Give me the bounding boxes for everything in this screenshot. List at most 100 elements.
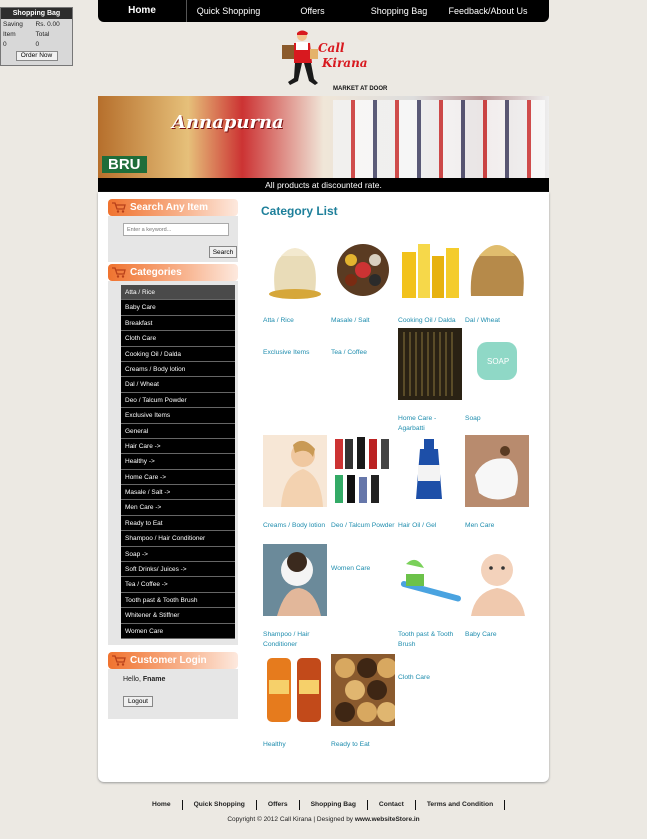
category-tile[interactable]: Dal / Wheat [465,230,529,326]
category-tile-label[interactable]: Ready to Eat [331,740,395,750]
category-item[interactable]: Hair Care -> [121,438,235,455]
oil-bottles-icon[interactable] [398,230,462,302]
biscuits-icon[interactable] [331,654,395,726]
cart-icon [112,267,126,278]
category-tile[interactable]: Baby Care [465,544,529,640]
search-button[interactable]: Search [209,246,237,258]
category-tile[interactable]: Shampoo / Hair Conditioner [263,544,327,650]
baby-icon[interactable] [465,544,529,616]
category-item[interactable]: Cloth Care [121,331,235,347]
toothbrush-icon[interactable] [398,544,462,616]
hair-oil-bottle-icon[interactable] [398,435,462,507]
wheat-sack-icon[interactable] [465,230,529,302]
category-tile-label[interactable]: Women Care [331,564,395,574]
category-item[interactable]: Dal / Wheat [121,377,235,393]
logout-button[interactable]: Logout [123,695,153,707]
spice-tray-icon[interactable] [331,230,395,302]
hair-wash-icon[interactable] [263,544,327,616]
category-tile-label[interactable]: Tea / Coffee [331,348,395,358]
category-item[interactable]: General [121,423,235,439]
category-tile-label[interactable]: Creams / Body lotion [263,521,327,531]
nav-shopping-bag[interactable]: Shopping Bag [355,0,443,22]
category-item[interactable]: Women Care [121,623,235,639]
footer-quick-shopping-link[interactable]: Quick Shopping [183,800,257,810]
category-item[interactable]: Soap -> [121,546,235,563]
category-tile-label[interactable]: Baby Care [465,630,529,640]
category-item[interactable]: Whitener & Stiffner [121,608,235,624]
woman-lotion-icon[interactable] [263,435,327,507]
footer-offers-link[interactable]: Offers [257,800,300,810]
category-tile-label[interactable]: Cooking Oil / Dalda [398,316,462,326]
category-tile[interactable]: Exclusive Items [263,348,327,358]
category-item[interactable]: Tea / Coffee -> [121,577,235,593]
category-tile-label[interactable]: Masale / Salt [331,316,395,326]
site-logo[interactable]: Call Kirana MARKET AT DOOR [278,27,388,95]
footer-terms-link[interactable]: Terms and Condition [416,800,506,810]
nav-offers[interactable]: Offers [270,0,355,22]
incense-sticks-icon[interactable] [398,328,462,400]
category-tile[interactable]: Masale / Salt [331,230,395,326]
grain-sack-icon[interactable] [263,230,327,302]
category-tile[interactable]: Tooth past & Tooth Brush [398,544,462,650]
footer-shopping-bag-link[interactable]: Shopping Bag [300,800,368,810]
category-tile[interactable]: Healthy [263,654,327,750]
category-tile[interactable]: Women Care [331,564,395,574]
category-item[interactable]: Soft Drinks/ Juices -> [121,562,235,578]
category-item[interactable]: Masale / Salt -> [121,485,235,501]
category-tile-label[interactable]: Deo / Talcum Powder [331,521,395,531]
saving-label: Saving [3,20,23,28]
category-tile[interactable]: Atta / Rice [263,230,327,326]
category-tile-label[interactable]: Home Care - Agarbatti [398,414,462,434]
category-item[interactable]: Baby Care [121,300,235,316]
category-tile[interactable]: Hair Oil / Gel [398,435,462,531]
footer-contact-link[interactable]: Contact [368,800,416,810]
category-tile[interactable]: Home Care - Agarbatti [398,328,462,434]
health-drink-icon[interactable] [263,654,327,726]
category-item[interactable]: Ready to Eat [121,515,235,532]
category-item[interactable]: Shampoo / Hair Conditioner [121,531,235,547]
category-item[interactable]: Atta / Rice [121,285,235,301]
category-item[interactable]: Exclusive Items [121,408,235,424]
category-tile[interactable]: Creams / Body lotion [263,435,327,531]
category-tile[interactable]: Deo / Talcum Powder [331,435,395,531]
nav-quick-shopping[interactable]: Quick Shopping [187,0,270,22]
category-item[interactable]: Breakfast [121,315,235,332]
shaving-man-icon[interactable] [465,435,529,507]
order-now-button[interactable]: Order Now [15,51,58,61]
category-tile-label[interactable]: Hair Oil / Gel [398,521,462,531]
logo-call-text: Call [318,41,345,55]
category-tile-label[interactable]: Atta / Rice [263,316,327,326]
category-tile-label[interactable]: Exclusive Items [263,348,327,358]
category-tile[interactable]: SOAP Soap [465,328,529,424]
category-tile[interactable]: Tea / Coffee [331,348,395,358]
footer-home-link[interactable]: Home [146,800,183,810]
category-item[interactable]: Creams / Body lotion [121,361,235,378]
deo-cans-icon[interactable] [331,435,395,507]
search-input[interactable] [123,223,229,236]
category-tile-label[interactable]: Dal / Wheat [465,316,529,326]
nav-home[interactable]: Home [98,0,187,22]
banner-brand-text: Annapurna [172,112,284,133]
category-item[interactable]: Tooth past & Tooth Brush [121,592,235,609]
category-item[interactable]: Men Care -> [121,500,235,516]
banner-bru-text: BRU [102,156,147,173]
category-item[interactable]: Home Care -> [121,469,235,486]
category-tile-label[interactable]: Men Care [465,521,529,531]
category-tile[interactable]: Cooking Oil / Dalda [398,230,462,326]
soap-bar-icon[interactable]: SOAP [465,328,529,400]
nav-feedback-about[interactable]: Feedback/About Us [443,0,533,22]
category-item[interactable]: Cooking Oil / Dalda [121,346,235,362]
category-tile-label[interactable]: Soap [465,414,529,424]
category-tile-label[interactable]: Healthy [263,740,327,750]
category-tile-label[interactable]: Tooth past & Tooth Brush [398,630,462,650]
category-tile[interactable]: Men Care [465,435,529,531]
category-item[interactable]: Deo / Talcum Powder [121,392,235,409]
category-item[interactable]: Healthy -> [121,454,235,470]
category-tile-label[interactable]: Shampoo / Hair Conditioner [263,630,327,650]
category-tile[interactable]: Ready to Eat [331,654,395,750]
designer-link[interactable]: www.websiteStore.in [355,816,420,823]
copyright: Copyright © 2012 Call Kirana | Designed … [0,816,647,823]
category-tile[interactable]: Cloth Care [398,673,462,683]
shopping-bag-widget: Shopping Bag Saving Rs. 0.00 Item Total … [0,7,73,66]
category-tile-label[interactable]: Cloth Care [398,673,462,683]
